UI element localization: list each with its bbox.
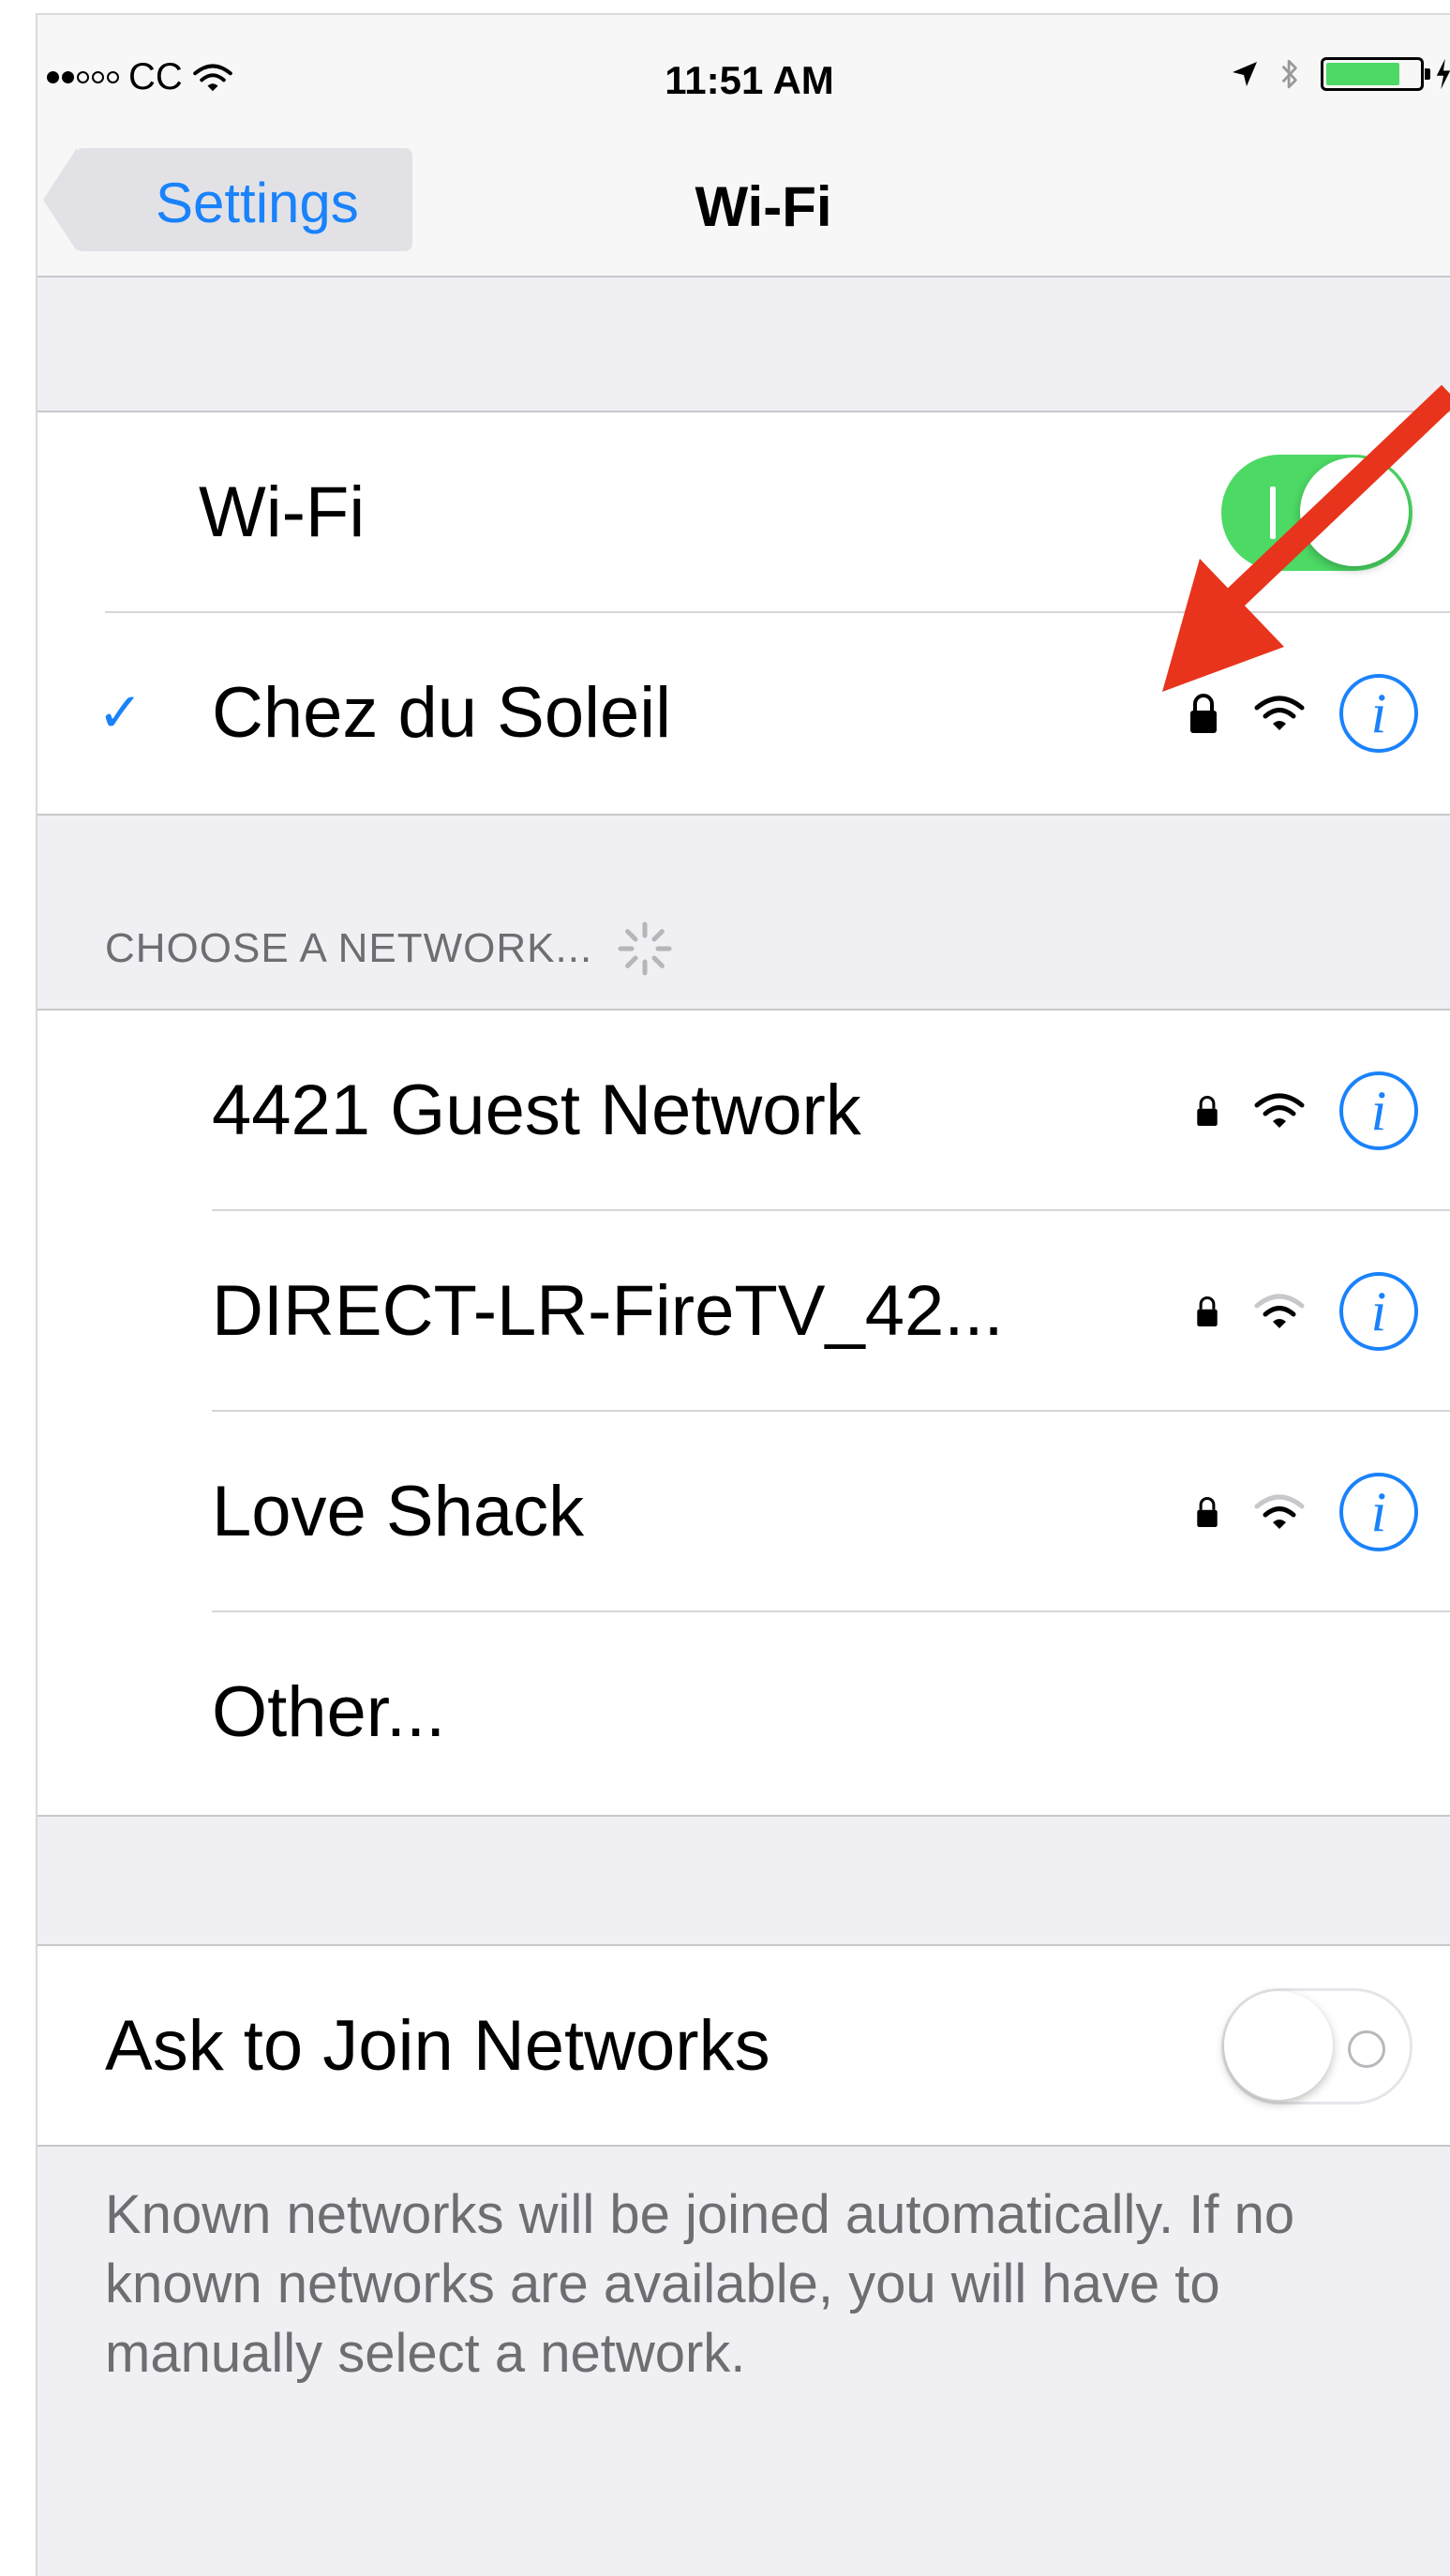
network-name: Love Shack xyxy=(212,1472,585,1551)
network-status-icons: i xyxy=(1188,613,1418,814)
network-row[interactable]: Love Shack i xyxy=(37,1412,1450,1612)
ask-to-join-row: Ask to Join Networks xyxy=(37,1946,1450,2147)
network-row[interactable]: 4421 Guest Network i xyxy=(37,1011,1450,1211)
other-network-row[interactable]: Other... xyxy=(37,1612,1450,1813)
page-title: Wi-Fi xyxy=(695,175,832,238)
wifi-group: Wi-Fi ✓ Chez du Soleil i xyxy=(37,411,1450,816)
location-arrow-icon xyxy=(1233,62,1257,86)
wifi-signal-medium-icon xyxy=(1254,1294,1305,1328)
ask-to-join-description: Known networks will be joined automatica… xyxy=(105,2184,1295,2384)
battery-level xyxy=(1326,63,1400,85)
wifi-signal-full-icon xyxy=(1254,1093,1305,1128)
charging-bolt-icon xyxy=(1436,58,1450,90)
other-network-label: Other... xyxy=(212,1672,446,1752)
network-status-icons: i xyxy=(1195,1011,1418,1211)
toggle-knob xyxy=(1300,457,1409,566)
section-header-label: CHOOSE A NETWORK... xyxy=(105,925,593,971)
info-icon[interactable]: i xyxy=(1339,674,1418,753)
section-header-choose-network: CHOOSE A NETWORK... xyxy=(105,919,675,979)
navigation-bar: Settings Wi-Fi xyxy=(37,127,1450,276)
lock-icon xyxy=(1197,1295,1218,1327)
ask-to-join-label: Ask to Join Networks xyxy=(105,2006,770,2086)
wifi-toggle-label: Wi-Fi xyxy=(199,472,366,552)
top-bar: CC 11:51 AM Settings Wi-Fi xyxy=(37,15,1450,277)
phone-screen: CC 11:51 AM Settings Wi-Fi Wi-Fi ✓ Chez … xyxy=(36,13,1450,2576)
status-bar: CC 11:51 AM xyxy=(37,15,1450,127)
wifi-signal-medium-icon xyxy=(1254,1494,1305,1529)
ask-to-join-toggle[interactable] xyxy=(1221,1988,1413,2104)
lock-icon xyxy=(1197,1496,1218,1528)
toggle-off-mark xyxy=(1348,2030,1385,2068)
connected-network-name: Chez du Soleil xyxy=(212,673,672,753)
toggle-knob xyxy=(1224,1991,1333,2100)
network-name: DIRECT-LR-FireTV_42... xyxy=(212,1271,1004,1351)
bluetooth-icon xyxy=(1281,59,1297,89)
lock-icon xyxy=(1190,694,1217,733)
network-status-icons: i xyxy=(1195,1412,1418,1612)
checkmark-icon: ✓ xyxy=(97,682,143,743)
battery-icon xyxy=(1321,57,1430,91)
info-icon[interactable]: i xyxy=(1339,1272,1418,1351)
wifi-signal-full-icon xyxy=(1254,696,1305,730)
status-right xyxy=(1231,56,1450,92)
lock-icon xyxy=(1197,1095,1218,1127)
networks-group: 4421 Guest Network i DIRECT-LR-FireTV_42… xyxy=(37,1009,1450,1817)
wifi-toggle-row: Wi-Fi xyxy=(37,412,1450,613)
network-status-icons: i xyxy=(1195,1211,1418,1412)
wifi-toggle[interactable] xyxy=(1221,455,1413,571)
connected-network-row[interactable]: ✓ Chez du Soleil i xyxy=(37,613,1450,814)
network-row[interactable]: DIRECT-LR-FireTV_42... i xyxy=(37,1211,1450,1412)
info-icon[interactable]: i xyxy=(1339,1473,1418,1551)
loading-spinner-icon xyxy=(618,921,672,976)
ask-to-join-group: Ask to Join Networks xyxy=(37,1944,1450,2147)
network-name: 4421 Guest Network xyxy=(212,1071,861,1150)
info-icon[interactable]: i xyxy=(1339,1071,1418,1150)
toggle-on-mark xyxy=(1270,487,1276,539)
